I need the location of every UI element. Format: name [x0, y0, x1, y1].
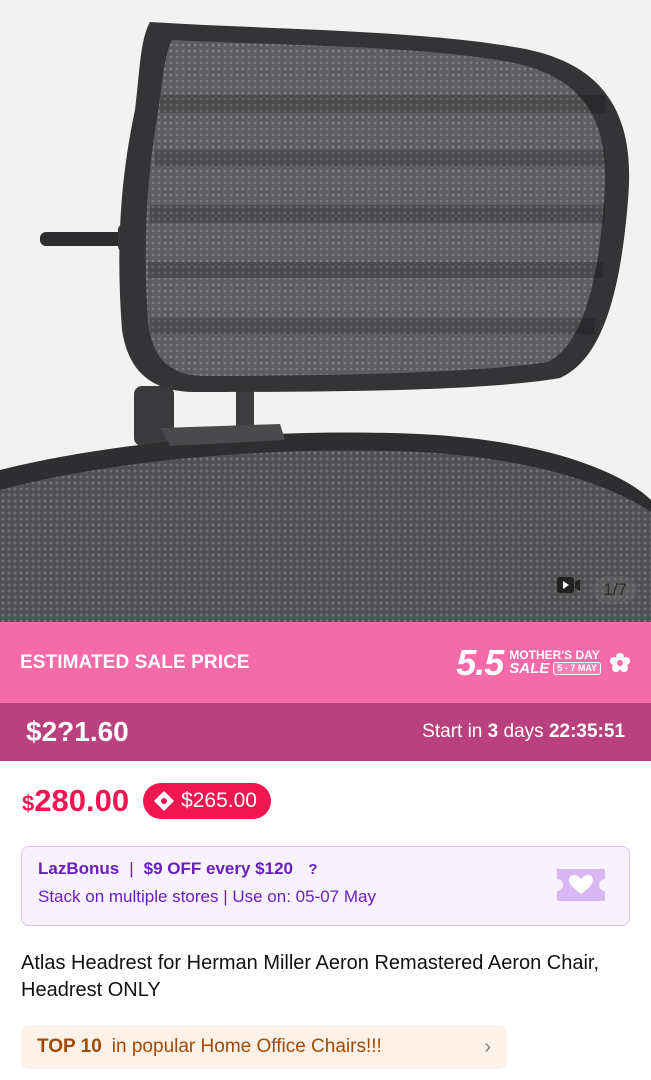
headrest-illustration [0, 22, 651, 622]
sale-countdown: Start in 3 days 22:35:51 [422, 721, 625, 743]
media-counter: 1/7 [557, 576, 637, 604]
chevron-right-icon: › [484, 1035, 491, 1058]
voucher-tag-icon [153, 790, 175, 812]
voucher-price: $265.00 [181, 789, 257, 812]
lazbonus-name: LazBonus [38, 859, 120, 878]
ticket-heart-icon [553, 863, 609, 907]
lazbonus-offer: $9 OFF every $120 [143, 859, 293, 878]
product-title: Atlas Headrest for Herman Miller Aeron R… [21, 952, 600, 1001]
price-currency: $ [22, 791, 35, 816]
event-number: 5.5 [456, 641, 504, 683]
ranking-label: TOP 10 [37, 1036, 102, 1057]
current-price: $280.00 [22, 783, 129, 819]
countdown-prefix: Start in [422, 721, 483, 742]
ranking-chip[interactable]: TOP 10 in popular Home Office Chairs!!! … [21, 1025, 507, 1069]
help-icon[interactable]: ? [303, 859, 323, 879]
estimated-sale-label: ESTIMATED SALE PRICE [20, 651, 250, 673]
estimated-sale-banner: ESTIMATED SALE PRICE 5.5 MOTHER'S DAY SA… [0, 622, 651, 703]
countdown-time: 22:35:51 [548, 721, 625, 742]
voucher-price-badge[interactable]: $265.00 [143, 783, 271, 819]
lazbonus-details: Stack on multiple stores | Use on: 05-07… [38, 887, 376, 906]
ranking-text: in popular Home Office Chairs!!! [111, 1036, 382, 1057]
event-dates: 5 - 7 MAY [553, 662, 601, 675]
flower-icon [609, 652, 631, 674]
price-amount: 280.00 [34, 783, 130, 818]
lazbonus-card[interactable]: LazBonus | $9 OFF every $120 ? Stack on … [21, 846, 630, 926]
mothers-day-sale-logo: 5.5 MOTHER'S DAY SALE 5 - 7 MAY [456, 641, 631, 683]
product-image[interactable]: 1/7 [0, 0, 651, 622]
countdown-days-label: days [503, 721, 544, 742]
estimated-price-band: $2?1.60 Start in 3 days 22:35:51 [0, 703, 651, 761]
video-play-icon[interactable] [557, 577, 581, 599]
price-row: $280.00 $265.00 [22, 783, 271, 819]
image-counter: 1/7 [593, 576, 637, 604]
event-sale-label: SALE [509, 660, 550, 677]
divider: | [129, 859, 134, 878]
countdown-days: 3 [487, 721, 499, 742]
estimated-price: $2?1.60 [26, 716, 129, 747]
